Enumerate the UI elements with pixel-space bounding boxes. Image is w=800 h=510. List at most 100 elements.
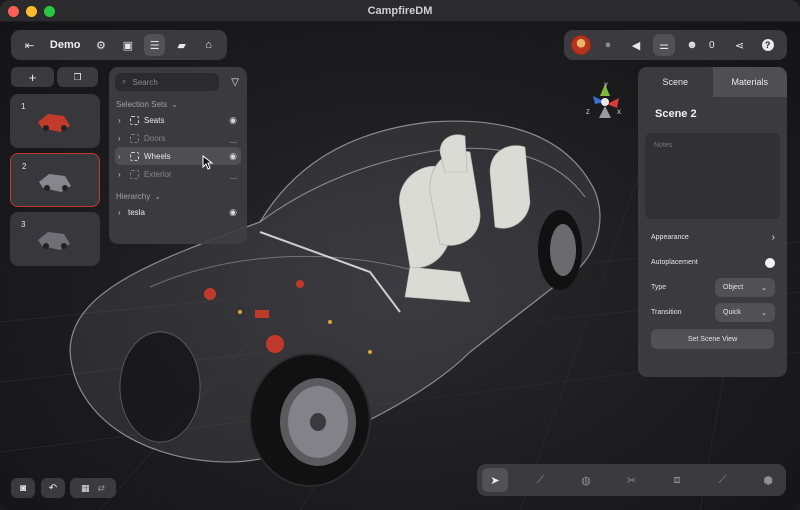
scene-number: 1 [21,102,26,111]
selection-sets-header[interactable]: Selection Sets ⌄ [115,97,241,111]
people-icon[interactable]: ☻ [681,34,703,56]
toolbox-icon[interactable]: ▣ [117,34,138,56]
set-item-wheels[interactable]: › Wheels ◉ [115,147,241,165]
grid-view-icon: ▦ [80,482,90,493]
laser-pointer-icon[interactable]: ⟋ [528,468,554,492]
undo-button[interactable]: ↶ [41,478,65,498]
hierarchy-header[interactable]: Hierarchy ⌄ [115,189,241,203]
scene-thumbnail-selected[interactable]: 2 [10,153,100,207]
set-item-doors[interactable]: › Doors ‿ [115,129,241,147]
rear-left-wheel [119,331,201,443]
hierarchy-item-tesla[interactable]: › tesla ◉ [115,203,241,221]
comment-icon[interactable]: ◍ [573,468,599,492]
svg-text:X: X [617,110,621,116]
shuffle-icon: ⇄ [97,482,106,493]
eye-closed-icon[interactable]: ‿ [230,133,237,144]
duplicate-scene-button[interactable]: ❐ [57,67,98,87]
hierarchy-label: tesla [128,207,145,217]
notes-placeholder: Notes [654,142,673,149]
close-window-button[interactable] [8,6,19,17]
transition-select[interactable]: Quick ⌄ [715,303,775,322]
set-label: Wheels [144,151,171,161]
set-item-exterior[interactable]: › Exterior ‿ [115,165,241,183]
selection-set-icon [130,169,139,179]
chevron-down-icon: ⌄ [154,191,161,201]
chevron-right-icon[interactable]: › [118,208,128,217]
zoom-window-button[interactable] [44,6,55,17]
set-scene-view-button[interactable]: Set Scene View [651,329,774,349]
tab-materials[interactable]: Materials [712,67,787,97]
set-label: Doors [144,133,166,143]
scene-thumbnail[interactable]: 1 [10,94,100,148]
add-scene-button[interactable]: + [11,67,54,87]
measure-icon[interactable]: ⟋ [710,468,736,492]
eye-icon[interactable]: ◉ [229,115,237,126]
cut-icon[interactable]: ✂ [619,468,645,492]
collab-toolbar: ● ◀ ⚌ ☻ 0 ⋖ ? [564,30,787,60]
svg-text:Y: Y [604,83,608,89]
share-icon[interactable]: ⋖ [729,34,751,56]
selection-set-icon [130,133,139,143]
xray-car-icon [39,174,71,192]
svg-text:Z: Z [586,110,590,116]
window-title: CampfireDM [367,4,433,17]
camera-button[interactable]: ◙ [11,478,35,498]
speaker-icon[interactable]: ◀ [625,34,647,56]
orientation-gizmo-icon[interactable]: Y Z X [585,80,625,124]
front-wheel [249,353,371,487]
type-select[interactable]: Object ⌄ [715,278,775,297]
type-row: Type Object ⌄ [638,275,787,300]
microphone-icon[interactable]: ● [597,34,619,56]
set-label: Exterior [144,169,172,179]
appearance-row[interactable]: Appearance › [638,225,787,250]
grey-car-icon [38,232,70,250]
collaborator-count: 0 [709,39,715,51]
title-bar: CampfireDM [0,0,800,22]
outline-list-icon[interactable]: ☰ [144,34,166,56]
chevron-right-icon[interactable]: › [118,116,128,125]
plus-icon: + [28,69,37,85]
avatar[interactable] [571,35,591,55]
section-label: Selection Sets [116,99,168,109]
help-icon: ? [761,39,774,51]
exit-icon[interactable]: ⇤ [19,34,40,56]
eye-closed-icon[interactable]: ‿ [230,169,237,180]
selection-set-icon [130,115,139,125]
3d-viewport[interactable]: ⇤ Demo ⚙ ▣ ☰ ▰ ⌂ ● ◀ ⚌ ☻ 0 ⋖ ? + ❐ 1 2 3… [0,22,800,510]
chevron-right-icon: › [771,232,775,243]
main-toolbar: ⇤ Demo ⚙ ▣ ☰ ▰ ⌂ [11,30,227,60]
tab-scene[interactable]: Scene [638,67,713,97]
filter-icon[interactable]: ▽ [231,77,239,88]
chevron-right-icon[interactable]: › [118,170,128,179]
shape-icon[interactable]: ⬢ [755,468,781,492]
gear-icon[interactable]: ⚙ [90,34,111,56]
settings-sliders-icon[interactable]: ⚌ [653,34,675,56]
building-icon[interactable]: ⌂ [198,34,219,56]
selection-set-icon [130,151,139,161]
slice-icon[interactable]: ⧈ [664,468,690,492]
autoplacement-label: Autoplacement [651,259,698,266]
scene-title[interactable]: Scene 2 [638,97,787,127]
set-item-seats[interactable]: › Seats ◉ [115,111,241,129]
chevron-right-icon[interactable]: › [118,134,128,143]
rear-wheel [538,210,582,290]
search-input[interactable]: ⌕ Search [115,73,219,91]
mouse-cursor-icon [202,155,214,170]
help-button[interactable]: ? [757,34,779,56]
scene-number: 3 [21,220,26,229]
scene-properties-panel: Scene Materials Scene 2 Notes Appearance… [638,67,787,377]
autoplacement-toggle[interactable] [759,257,775,268]
eye-icon[interactable]: ◉ [229,151,237,162]
minimize-window-button[interactable] [26,6,37,17]
project-name[interactable]: Demo [50,39,81,51]
chevron-right-icon[interactable]: › [118,152,128,161]
folder-icon[interactable]: ▰ [171,34,192,56]
set-label: Seats [144,115,165,125]
select-arrow-icon[interactable]: ➤ [482,468,508,492]
view-mode-toggle[interactable]: ▦ ⇄ [70,478,116,498]
scene-thumbnail[interactable]: 3 [10,212,100,266]
chevron-down-icon: ⌄ [761,284,767,292]
autoplacement-row: Autoplacement [638,250,787,275]
notes-field[interactable]: Notes [645,133,780,219]
eye-icon[interactable]: ◉ [229,207,237,218]
